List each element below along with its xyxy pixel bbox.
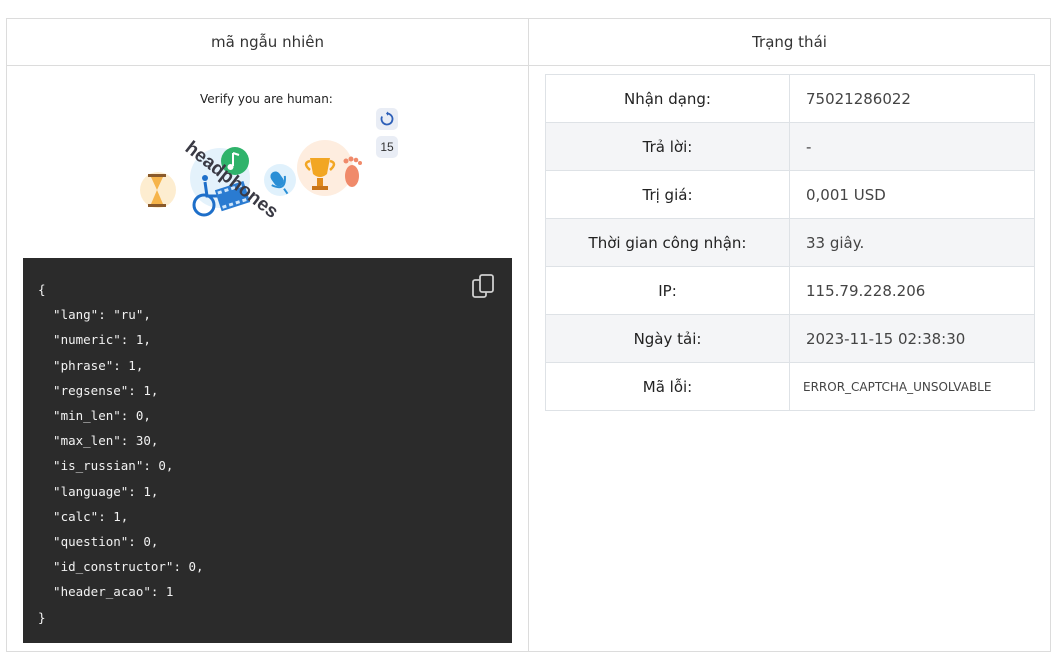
code-line: "numeric": 1, [38, 332, 151, 348]
status-row: Nhận dạng: 75021286022 [545, 74, 1035, 123]
code-line: "phrase": 1, [38, 357, 144, 373]
status-key: IP: [545, 266, 790, 315]
status-value: 2023-11-15 02:38:30 [789, 314, 1035, 363]
copy-icon [472, 274, 494, 298]
captcha-counter: 15 [376, 136, 398, 158]
code-line: "is_russian": 0, [38, 458, 174, 474]
status-key: Ngày tải: [545, 314, 790, 363]
status-value: - [789, 122, 1035, 171]
status-table: Nhận dạng: 75021286022 Trả lời: - Trị giá: 0,… [545, 74, 1035, 411]
header-random-code: mã ngẫu nhiên [211, 33, 324, 51]
code-line: "min_len": 0, [38, 408, 151, 424]
code-line: } [38, 609, 46, 625]
captcha-widget: Verify you are human: 15 headphones [130, 90, 410, 220]
code-line: "lang": "ru", [38, 307, 151, 323]
status-value: 33 giây. [789, 218, 1035, 267]
status-key: Thời gian công nhận: [545, 218, 790, 267]
status-row: Ngày tải: 2023-11-15 02:38:30 [545, 314, 1035, 363]
captcha-image[interactable]: headphones [130, 108, 370, 218]
header-status: Trạng thái [752, 33, 827, 51]
header-divider [7, 65, 1050, 66]
status-row: IP: 115.79.228.206 [545, 266, 1035, 315]
status-key: Mã lỗi: [545, 362, 790, 411]
code-line: "regsense": 1, [38, 382, 159, 398]
refresh-icon [380, 111, 394, 126]
status-row: Trả lời: - [545, 122, 1035, 171]
status-value: 75021286022 [789, 74, 1035, 123]
status-key: Trị giá: [545, 170, 790, 219]
status-row: Trị giá: 0,001 USD [545, 170, 1035, 219]
status-key: Trả lời: [545, 122, 790, 171]
code-line: "header_acao": 1 [38, 584, 174, 600]
status-value: 0,001 USD [789, 170, 1035, 219]
code-line: "calc": 1, [38, 508, 129, 524]
code-content: { "lang": "ru", "numeric": 1, "phrase": … [38, 277, 204, 630]
copy-button[interactable] [471, 273, 497, 299]
status-value: 115.79.228.206 [789, 266, 1035, 315]
code-block: { "lang": "ru", "numeric": 1, "phrase": … [23, 258, 512, 643]
code-line: "id_constructor": 0, [38, 559, 204, 575]
code-line: "question": 0, [38, 534, 159, 550]
status-value: ERROR_CAPTCHA_UNSOLVABLE [789, 362, 1035, 411]
code-line: "language": 1, [38, 483, 159, 499]
status-key: Nhận dạng: [545, 74, 790, 123]
status-row: Thời gian công nhận: 33 giây. [545, 218, 1035, 267]
status-row: Mã lỗi: ERROR_CAPTCHA_UNSOLVABLE [545, 362, 1035, 411]
column-divider [528, 19, 529, 651]
code-line: "max_len": 30, [38, 433, 159, 449]
code-line: { [38, 282, 46, 297]
captcha-title: Verify you are human: [200, 92, 333, 106]
refresh-button[interactable] [376, 108, 398, 130]
